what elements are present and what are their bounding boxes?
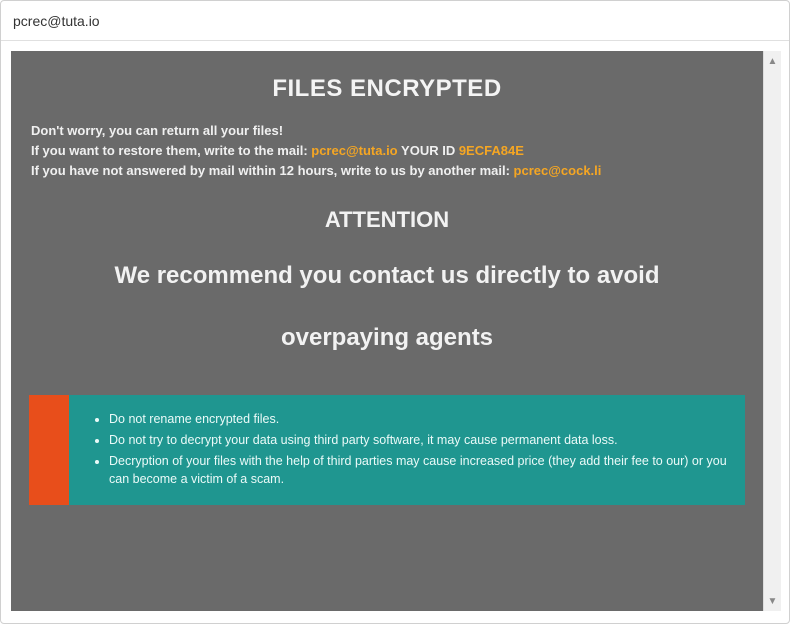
content-wrap: FILES ENCRYPTED Don't worry, you can ret… — [1, 41, 789, 623]
intro-line3-prefix: If you have not answered by mail within … — [31, 163, 514, 178]
window-title: pcrec@tuta.io — [13, 13, 100, 29]
heading-files-encrypted: FILES ENCRYPTED — [11, 51, 763, 121]
recommend-text: We recommend you contact us directly to … — [11, 247, 763, 366]
your-id-value: 9ECFA84E — [459, 143, 524, 158]
warning-body: Do not rename encrypted files. Do not tr… — [69, 395, 745, 506]
warning-list: Do not rename encrypted files. Do not tr… — [87, 410, 727, 489]
contact-email-1: pcrec@tuta.io — [311, 143, 397, 158]
ransom-note: FILES ENCRYPTED Don't worry, you can ret… — [11, 51, 763, 611]
intro-line3: If you have not answered by mail within … — [31, 161, 743, 181]
scroll-down-arrow-icon[interactable]: ▼ — [764, 591, 781, 611]
intro-text: Don't worry, you can return all your fil… — [11, 121, 763, 181]
your-id-label: YOUR ID — [401, 143, 459, 158]
list-item: Do not try to decrypt your data using th… — [109, 431, 727, 449]
titlebar[interactable]: pcrec@tuta.io — [1, 1, 789, 41]
list-item: Decryption of your files with the help o… — [109, 452, 727, 488]
contact-email-2: pcrec@cock.li — [514, 163, 602, 178]
scroll-up-arrow-icon[interactable]: ▲ — [764, 51, 781, 71]
recommend-line2: overpaying agents — [41, 321, 733, 355]
vertical-scrollbar[interactable]: ▲ ▼ — [763, 51, 781, 611]
app-window: pcrec@tuta.io FILES ENCRYPTED Don't worr… — [0, 0, 790, 624]
warning-accent-bar — [29, 395, 69, 506]
intro-line1: Don't worry, you can return all your fil… — [31, 121, 743, 141]
recommend-line1: We recommend you contact us directly to … — [114, 262, 659, 289]
heading-attention: ATTENTION — [11, 181, 763, 247]
intro-line2: If you want to restore them, write to th… — [31, 141, 743, 161]
list-item: Do not rename encrypted files. — [109, 410, 727, 428]
warning-box: Do not rename encrypted files. Do not tr… — [29, 395, 745, 506]
intro-line2-prefix: If you want to restore them, write to th… — [31, 143, 311, 158]
